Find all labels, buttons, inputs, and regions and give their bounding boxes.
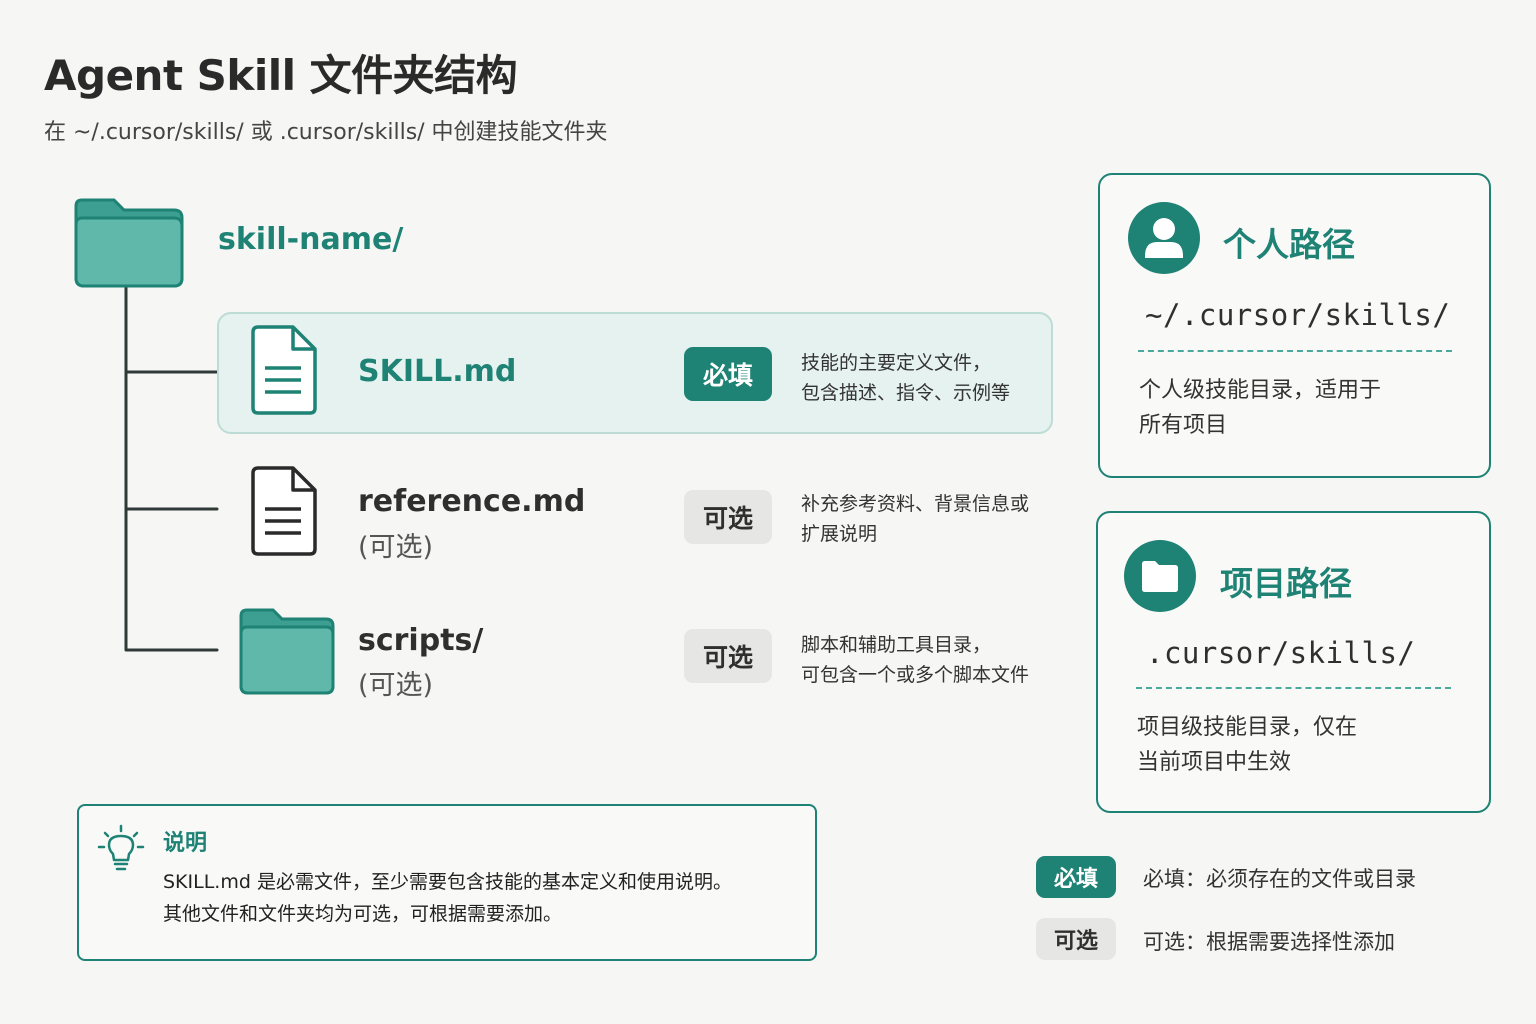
desc-line: 所有项目: [1139, 413, 1228, 438]
document-icon: [251, 466, 317, 556]
folder-icon: [1124, 540, 1196, 612]
reference-md-desc: 补充参考资料、背景信息或 扩展说明: [801, 489, 1063, 549]
desc-line: 个人级技能目录，适用于: [1139, 378, 1382, 403]
root-folder-name[interactable]: skill-name/: [218, 222, 403, 257]
divider: [1138, 350, 1452, 352]
desc-line: 包含描述、指令、示例等: [801, 382, 1011, 404]
desc-line: 项目级技能目录，仅在: [1137, 715, 1358, 740]
note-line: SKILL.md 是必需文件，至少需要包含技能的基本定义和使用说明。: [163, 871, 732, 893]
root-folder-icon: [74, 198, 184, 288]
project-path-desc: 项目级技能目录，仅在 当前项目中生效: [1137, 710, 1447, 780]
project-path-code: .cursor/skills/: [1146, 636, 1416, 670]
skill-md-desc: 技能的主要定义文件， 包含描述、指令、示例等: [801, 348, 1063, 408]
desc-line: 脚本和辅助工具目录，: [801, 634, 992, 656]
desc-line: 当前项目中生效: [1137, 750, 1292, 775]
project-path-title: 项目路径: [1220, 564, 1352, 603]
scripts-folder-name[interactable]: scripts/: [358, 623, 483, 658]
required-badge: 必填: [684, 347, 772, 401]
legend-required-text: 必填：必须存在的文件或目录: [1143, 867, 1416, 891]
skill-md-name: SKILL.md: [358, 354, 517, 389]
note-title: 说明: [163, 831, 208, 856]
optional-badge: 可选: [684, 490, 772, 544]
desc-line: 补充参考资料、背景信息或: [801, 493, 1030, 515]
scripts-folder-desc: 脚本和辅助工具目录， 可包含一个或多个脚本文件: [801, 630, 1063, 690]
folder-icon: [239, 608, 335, 695]
personal-path-desc: 个人级技能目录，适用于 所有项目: [1139, 373, 1449, 443]
note-line: 其他文件和文件夹均为可选，可根据需要添加。: [163, 903, 563, 925]
user-icon: [1128, 202, 1200, 274]
legend-required-badge: 必填: [1036, 856, 1116, 898]
optional-badge: 可选: [684, 629, 772, 683]
reference-md-optional: (可选): [358, 532, 434, 563]
lightbulb-icon: [97, 824, 145, 871]
reference-md-name[interactable]: reference.md: [358, 484, 585, 519]
legend-optional-text: 可选：根据需要选择性添加: [1143, 930, 1395, 954]
desc-line: 可包含一个或多个脚本文件: [801, 664, 1030, 686]
desc-line: 技能的主要定义文件，: [801, 352, 992, 374]
personal-path-title: 个人路径: [1223, 225, 1355, 264]
personal-path-code: ~/.cursor/skills/: [1145, 298, 1451, 332]
document-icon: [251, 325, 317, 415]
desc-line: 扩展说明: [801, 523, 878, 545]
scripts-folder-optional: (可选): [358, 670, 434, 701]
divider: [1136, 687, 1451, 689]
note-text: SKILL.md 是必需文件，至少需要包含技能的基本定义和使用说明。 其他文件和…: [163, 866, 803, 930]
legend-optional-badge: 可选: [1036, 918, 1116, 960]
